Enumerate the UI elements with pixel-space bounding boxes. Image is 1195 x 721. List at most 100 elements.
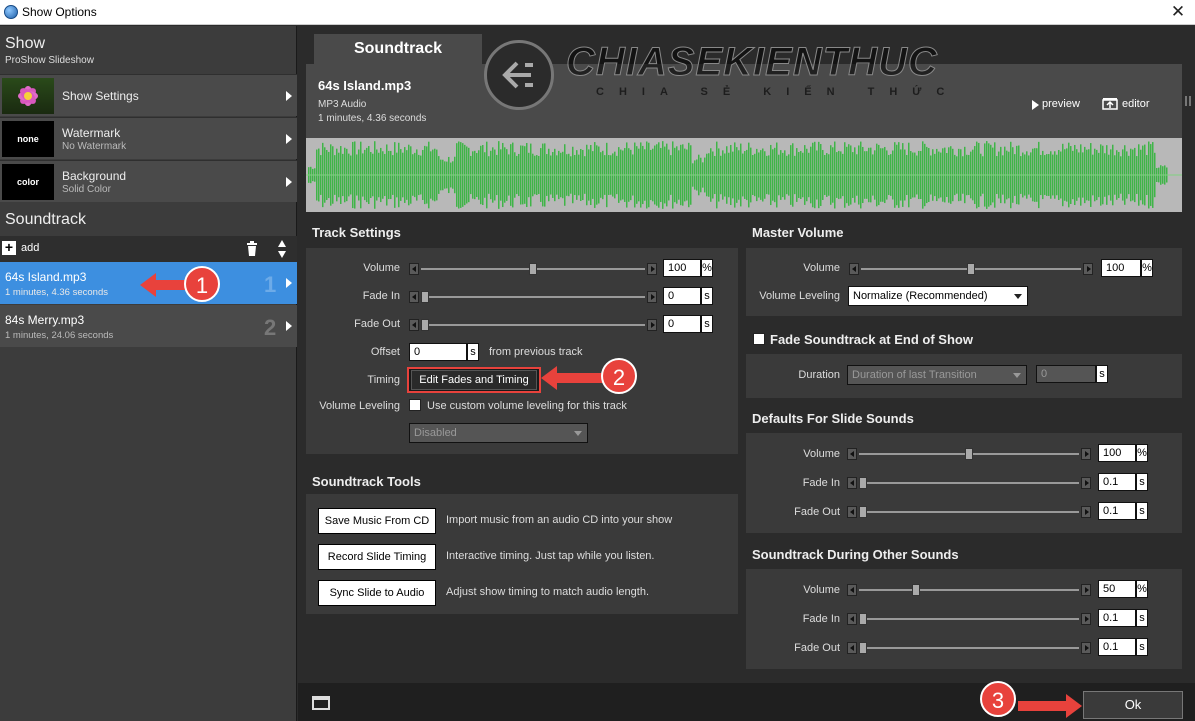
sidebar-item-show-settings[interactable]: Show Settings xyxy=(0,74,297,116)
during-volume-input[interactable]: 50 xyxy=(1098,580,1136,598)
track-number: 1 xyxy=(264,272,277,297)
slider-right-arrow-icon[interactable] xyxy=(1081,584,1091,596)
fade-end-checkbox[interactable] xyxy=(753,333,765,345)
slider-knob[interactable] xyxy=(421,319,429,331)
slider-left-arrow-icon[interactable] xyxy=(849,263,859,275)
master-volume-slider[interactable] xyxy=(849,263,1093,275)
sidebar-item-watermark[interactable]: none Watermark No Watermark xyxy=(0,117,297,159)
sync-slide-to-audio-button[interactable]: Sync Slide to Audio xyxy=(318,580,436,606)
preview-label: preview xyxy=(1042,98,1080,110)
chevron-right-icon xyxy=(286,134,292,144)
slider-right-arrow-icon[interactable] xyxy=(1081,613,1091,625)
master-volume-input[interactable]: 100 xyxy=(1101,259,1141,277)
defaults-fade-in-unit: s xyxy=(1136,473,1148,491)
slider-left-arrow-icon[interactable] xyxy=(847,477,857,489)
sidebar-item-label: Show Settings xyxy=(62,89,139,103)
defaults-title: Defaults For Slide Sounds xyxy=(752,411,914,426)
slider-left-arrow-icon[interactable] xyxy=(847,642,857,654)
slider-right-arrow-icon[interactable] xyxy=(647,263,657,275)
slider-knob[interactable] xyxy=(912,584,920,596)
master-leveling-select[interactable]: Normalize (Recommended) xyxy=(848,286,1028,306)
defaults-fade-in-input[interactable]: 0.1 xyxy=(1098,473,1136,491)
window-mode-icon[interactable] xyxy=(312,696,330,710)
duration-input[interactable]: 0 xyxy=(1036,365,1096,383)
show-heading: Show xyxy=(5,35,46,52)
callout-3: 3 xyxy=(980,681,1016,717)
callout-1: 1 xyxy=(184,266,220,302)
waveform-graph xyxy=(306,141,1182,209)
close-button[interactable]: ✕ xyxy=(1166,2,1190,22)
slider-right-arrow-icon[interactable] xyxy=(1081,506,1091,518)
slider-right-arrow-icon[interactable] xyxy=(1083,263,1093,275)
slider-right-arrow-icon[interactable] xyxy=(647,319,657,331)
defaults-fade-out-slider[interactable] xyxy=(847,506,1091,518)
fade-out-input[interactable]: 0 xyxy=(663,315,701,333)
slider-knob[interactable] xyxy=(421,291,429,303)
during-volume-slider[interactable] xyxy=(847,584,1091,596)
during-fade-out-label: Fade Out xyxy=(794,642,840,654)
defaults-volume-input[interactable]: 100 xyxy=(1098,444,1136,462)
sidebar-item-background[interactable]: color Background Solid Color xyxy=(0,160,297,202)
track-name: 64s Island.mp3 xyxy=(5,270,87,284)
slider-knob[interactable] xyxy=(529,263,537,275)
track-name: 84s Merry.mp3 xyxy=(5,313,85,327)
fade-in-slider[interactable] xyxy=(409,291,657,303)
slider-knob[interactable] xyxy=(859,506,867,518)
master-volume-label: Volume xyxy=(803,262,840,274)
resize-grip[interactable] xyxy=(1185,96,1191,106)
slider-left-arrow-icon[interactable] xyxy=(847,448,857,460)
slider-knob[interactable] xyxy=(965,448,973,460)
file-duration: 1 minutes, 4.36 seconds xyxy=(318,113,427,124)
ok-button[interactable]: Ok xyxy=(1083,691,1183,719)
move-up-down-icon[interactable] xyxy=(277,239,287,259)
slider-left-arrow-icon[interactable] xyxy=(409,319,419,331)
slider-right-arrow-icon[interactable] xyxy=(1081,642,1091,654)
slider-knob[interactable] xyxy=(859,613,867,625)
slider-knob[interactable] xyxy=(859,477,867,489)
offset-suffix: from previous track xyxy=(489,346,583,358)
preview-button[interactable]: preview xyxy=(1032,98,1088,112)
chevron-right-icon xyxy=(286,91,292,101)
fade-out-slider[interactable] xyxy=(409,319,657,331)
offset-input[interactable]: 0 xyxy=(409,343,467,361)
slider-knob[interactable] xyxy=(967,263,975,275)
slider-knob[interactable] xyxy=(859,642,867,654)
defaults-volume-slider[interactable] xyxy=(847,448,1091,460)
slider-left-arrow-icon[interactable] xyxy=(847,506,857,518)
custom-leveling-checkbox[interactable] xyxy=(409,399,421,411)
volume-input[interactable]: 100 xyxy=(663,259,701,277)
editor-button[interactable]: editor xyxy=(1102,96,1162,112)
volume-slider[interactable] xyxy=(409,263,657,275)
waveform-display[interactable] xyxy=(306,138,1182,212)
slider-left-arrow-icon[interactable] xyxy=(409,291,419,303)
fade-in-input[interactable]: 0 xyxy=(663,287,701,305)
slider-left-arrow-icon[interactable] xyxy=(847,584,857,596)
track-item[interactable]: 84s Merry.mp3 1 minutes, 24.06 seconds 2 xyxy=(0,305,297,347)
chevron-right-icon xyxy=(286,321,292,331)
tab-soundtrack[interactable]: Soundtrack xyxy=(314,34,482,64)
duration-select[interactable]: Duration of last Transition xyxy=(847,365,1027,385)
slider-right-arrow-icon[interactable] xyxy=(1081,477,1091,489)
during-fade-out-slider[interactable] xyxy=(847,642,1091,654)
defaults-fade-out-unit: s xyxy=(1136,502,1148,520)
defaults-fade-out-input[interactable]: 0.1 xyxy=(1098,502,1136,520)
slider-left-arrow-icon[interactable] xyxy=(847,613,857,625)
trash-icon[interactable] xyxy=(246,241,258,256)
defaults-fade-in-slider[interactable] xyxy=(847,477,1091,489)
record-slide-timing-button[interactable]: Record Slide Timing xyxy=(318,544,436,570)
save-music-from-cd-button[interactable]: Save Music From CD xyxy=(318,508,436,534)
during-fade-in-slider[interactable] xyxy=(847,613,1091,625)
slider-left-arrow-icon[interactable] xyxy=(409,263,419,275)
slider-right-arrow-icon[interactable] xyxy=(647,291,657,303)
add-label[interactable]: add xyxy=(21,242,39,254)
during-fade-in-input[interactable]: 0.1 xyxy=(1098,609,1136,627)
track-settings-panel: Volume 100 % Fade In 0 s Fade Out 0 s Of… xyxy=(306,248,738,454)
soundtrack-tools-title: Soundtrack Tools xyxy=(312,474,421,489)
master-leveling-label: Volume Leveling xyxy=(759,290,840,302)
add-icon[interactable]: + xyxy=(2,240,16,255)
during-fade-out-input[interactable]: 0.1 xyxy=(1098,638,1136,656)
edit-fades-timing-button[interactable]: Edit Fades and Timing xyxy=(411,370,537,390)
callout-arrow-head xyxy=(541,366,557,390)
leveling-select[interactable]: Disabled xyxy=(409,423,588,443)
slider-right-arrow-icon[interactable] xyxy=(1081,448,1091,460)
